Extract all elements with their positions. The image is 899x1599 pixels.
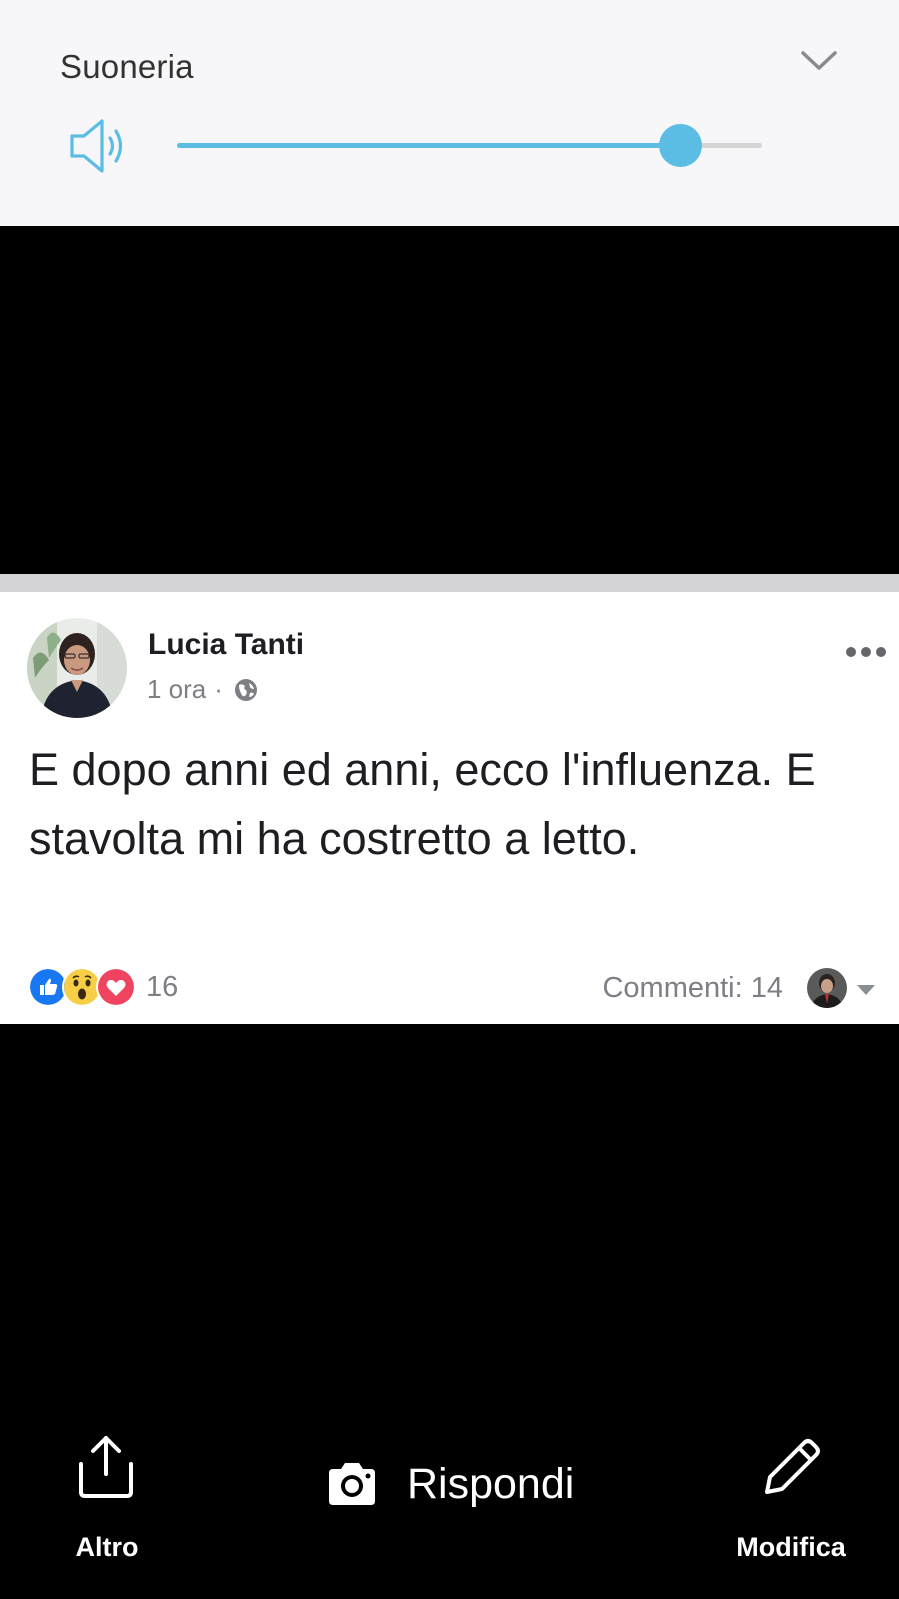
globe-icon bbox=[234, 678, 257, 701]
commenter-avatar[interactable] bbox=[807, 968, 847, 1008]
volume-slider[interactable] bbox=[177, 124, 762, 167]
post-card: Lucia Tanti 1 ora · E dopo anni ed anni,… bbox=[0, 592, 899, 1024]
reply-button[interactable]: Rispondi bbox=[325, 1454, 574, 1514]
speaker-icon[interactable] bbox=[68, 117, 132, 175]
love-reaction-icon bbox=[96, 967, 136, 1007]
post-text: E dopo anni ed anni, ecco l'influenza. E… bbox=[29, 744, 816, 864]
post-meta: 1 ora · bbox=[147, 674, 259, 705]
more-options-icon[interactable] bbox=[845, 646, 887, 658]
card-divider bbox=[0, 574, 899, 592]
pencil-icon bbox=[765, 1439, 820, 1494]
share-icon bbox=[79, 1436, 133, 1498]
story-action-bar: Altro Rispondi Modifica bbox=[0, 1420, 899, 1599]
reaction-count: 16 bbox=[146, 970, 179, 1003]
volume-panel: Suoneria bbox=[0, 0, 899, 226]
reply-label: Rispondi bbox=[407, 1459, 575, 1508]
post-time[interactable]: 1 ora bbox=[147, 674, 206, 705]
volume-slider-thumb[interactable] bbox=[659, 124, 703, 167]
volume-title: Suoneria bbox=[60, 48, 194, 85]
author-avatar[interactable] bbox=[27, 618, 127, 718]
share-label: Altro bbox=[75, 1532, 139, 1562]
chevron-down-icon[interactable] bbox=[800, 48, 838, 74]
camera-icon bbox=[329, 1463, 375, 1505]
meta-separator: · bbox=[214, 674, 223, 704]
author-name[interactable]: Lucia Tanti bbox=[148, 628, 304, 662]
edit-label: Modifica bbox=[736, 1532, 846, 1562]
volume-slider-fill bbox=[177, 143, 681, 148]
share-button[interactable]: Altro bbox=[62, 1420, 152, 1562]
reactions-summary[interactable]: 16 bbox=[28, 967, 179, 1007]
edit-button[interactable]: Modifica bbox=[726, 1420, 856, 1562]
comments-count[interactable]: Commenti: 14 bbox=[602, 972, 783, 1005]
caret-down-icon[interactable] bbox=[856, 984, 876, 996]
screen: Suoneria Lucia Tanti 1 ora · E dopo anni… bbox=[0, 0, 899, 1599]
